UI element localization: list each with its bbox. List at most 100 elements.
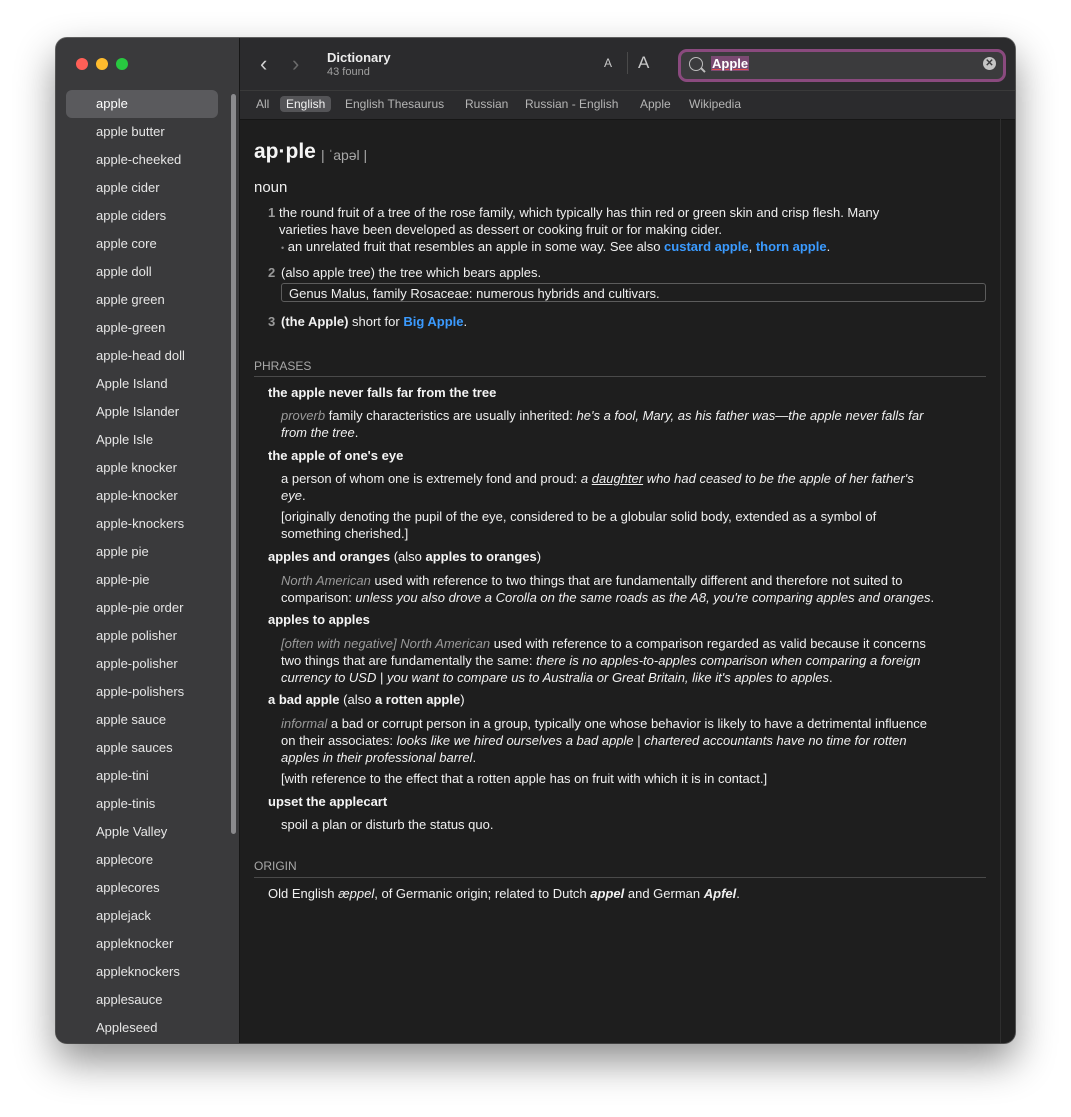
list-item[interactable]: apple-knocker [66, 482, 218, 510]
results-count: 43 found [327, 66, 370, 78]
list-item[interactable]: apple-head doll [66, 342, 218, 370]
phrases-heading: PHRASES [254, 359, 312, 373]
list-item[interactable]: apple butter [66, 118, 218, 146]
list-item[interactable]: Apple Island [66, 370, 218, 398]
list-item[interactable]: appleknockers [66, 958, 218, 986]
search-icon [689, 57, 703, 71]
list-item[interactable]: applecores [66, 874, 218, 902]
list-item[interactable]: applecore [66, 846, 218, 874]
list-item[interactable]: Apple Islander [66, 398, 218, 426]
list-item[interactable]: applejack [66, 902, 218, 930]
phrase-title: apples to apples [268, 612, 370, 627]
tab-wikipedia[interactable]: Wikipedia [683, 96, 747, 112]
list-item[interactable]: apple-tinis [66, 790, 218, 818]
sense-3-label: (the Apple) [281, 314, 349, 329]
minimize-window-button[interactable] [96, 58, 108, 70]
dictionary-window: apple apple butter apple-cheeked apple cide… [56, 38, 1015, 1043]
list-item[interactable]: apple ciders [66, 202, 218, 230]
list-item[interactable]: apple-polishers [66, 678, 218, 706]
usage-label: North American [281, 573, 371, 588]
list-item[interactable]: Appleseed [66, 1014, 218, 1042]
search-input[interactable]: Apple [711, 56, 750, 71]
definition-text: a bad or corrupt person in a group, typi… [327, 716, 928, 731]
list-item[interactable]: apple knocker [66, 454, 218, 482]
definition-text: comparison: [281, 590, 356, 605]
link-custard-apple[interactable]: custard apple [664, 239, 749, 254]
clear-search-icon[interactable]: ✕ [983, 57, 996, 70]
tab-russian[interactable]: Russian [459, 96, 514, 112]
section-divider [254, 376, 986, 377]
sentence-end: . [472, 750, 477, 765]
list-item[interactable]: apple [66, 90, 218, 118]
main-pane: ‹ › Dictionary 43 found A A Apple ✕ All … [240, 38, 1015, 1043]
close-window-button[interactable] [76, 58, 88, 70]
tab-english[interactable]: English [280, 96, 332, 112]
list-item[interactable]: apple-pie [66, 566, 218, 594]
example-text: from the tree [281, 425, 355, 440]
tab-apple[interactable]: Apple [634, 96, 677, 112]
sentence-end: . [826, 239, 831, 254]
list-item[interactable]: applesauce [66, 986, 218, 1014]
list-item[interactable]: Apple Valley [66, 818, 218, 846]
list-item[interactable]: apple-cheeked [66, 146, 218, 174]
origin-text: Old English æppel, of Germanic origin; r… [268, 885, 740, 902]
origin-part: , of Germanic origin; related to Dutch [374, 886, 591, 901]
tab-all[interactable]: All [250, 96, 275, 112]
tab-english-thesaurus[interactable]: English Thesaurus [339, 96, 450, 112]
origin-word: Apfel [703, 886, 737, 901]
word-list: apple apple butter apple-cheeked apple cide… [66, 90, 218, 1042]
search-field[interactable]: Apple ✕ [678, 49, 1006, 82]
note-text: [originally denoting the pupil of the ey… [281, 509, 877, 524]
list-item[interactable]: apple pie [66, 538, 218, 566]
phrase-title: upset the applecart [268, 794, 388, 809]
list-item[interactable]: apple sauces [66, 734, 218, 762]
forward-button[interactable]: › [292, 53, 299, 75]
definition-text: used with reference to two things that a… [370, 573, 903, 588]
decrease-font-button[interactable]: A [604, 56, 612, 70]
phrase-title: apples and oranges [268, 549, 391, 564]
sentence-end: . [930, 590, 935, 605]
list-item[interactable]: apple-knockers [66, 510, 218, 538]
sidebar-scrollbar[interactable] [231, 94, 236, 834]
list-item[interactable]: apple-polisher [66, 650, 218, 678]
part-of-speech: noun [254, 179, 288, 196]
link-big-apple[interactable]: Big Apple [403, 314, 463, 329]
usage-label: [often with negative] North American [281, 636, 491, 651]
sentence-end: . [354, 425, 359, 440]
list-item[interactable]: apple-green [66, 314, 218, 342]
phrase-definition: proverb family characteristics are usual… [281, 407, 1001, 441]
zoom-window-button[interactable] [116, 58, 128, 70]
definition-text: on their associates: [281, 733, 397, 748]
example-text: a [580, 471, 592, 486]
link-daughter[interactable]: daughter [592, 471, 643, 486]
phrase-title-row: a bad apple (also a rotten apple) [268, 692, 465, 707]
increase-font-button[interactable]: A [638, 53, 649, 73]
list-item[interactable]: apple core [66, 230, 218, 258]
list-item[interactable]: apple doll [66, 258, 218, 286]
list-item[interactable]: apple cider [66, 174, 218, 202]
also-text: ) [536, 549, 542, 564]
sense-1-definition: the round fruit of a tree of the rose fa… [279, 204, 999, 238]
usage-label: informal [281, 716, 328, 731]
list-item[interactable]: Apple Isle [66, 426, 218, 454]
tab-russian-english[interactable]: Russian - English [519, 96, 624, 112]
origin-heading: ORIGIN [254, 859, 297, 873]
list-item[interactable]: apple sauce [66, 706, 218, 734]
list-item[interactable]: appleknocker [66, 930, 218, 958]
phrase-variant: a rotten apple [374, 692, 461, 707]
sense-2-definition: (also apple tree) the tree which bears a… [281, 265, 542, 280]
link-thorn-apple[interactable]: thorn apple [756, 239, 827, 254]
list-item[interactable]: apple polisher [66, 622, 218, 650]
example-text: currency to USD [281, 670, 377, 685]
note-text: something cherished.] [281, 526, 409, 541]
sense-1-subsense: • an unrelated fruit that resembles an a… [281, 238, 1001, 257]
origin-part: . [736, 886, 740, 901]
list-item[interactable]: apple-pie order [66, 594, 218, 622]
link-separator: , [748, 239, 756, 254]
list-item[interactable]: apple green [66, 286, 218, 314]
list-item[interactable]: apple-tini [66, 762, 218, 790]
origin-part: Old English [268, 886, 339, 901]
definition-text: used with reference to a comparison rega… [490, 636, 926, 651]
back-button[interactable]: ‹ [260, 53, 267, 75]
example-text: looks like we hired ourselves a bad appl… [396, 733, 634, 748]
